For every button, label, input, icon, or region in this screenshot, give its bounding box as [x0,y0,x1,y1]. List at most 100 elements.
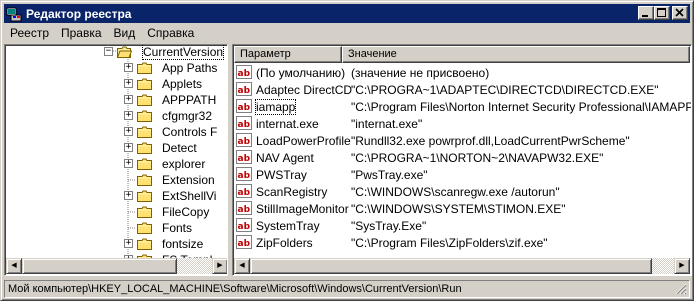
tree-item[interactable]: + Controls F [5,124,227,140]
string-value-icon: ab [236,235,252,249]
tree-item-label: Detect [162,141,197,155]
scroll-thumb[interactable] [22,258,177,274]
minimize-icon [642,15,648,17]
menu-view[interactable]: Вид [108,26,142,40]
tree-item-label: fontsize [162,237,204,251]
expand-icon[interactable]: + [124,143,133,152]
scroll-left-button[interactable]: ◀ [6,258,22,274]
tree-item[interactable]: Extension [5,172,227,188]
collapse-icon[interactable]: − [104,47,113,56]
string-value-icon: ab [236,184,252,198]
expand-icon[interactable]: + [124,191,133,200]
folder-icon [137,222,152,234]
folder-icon [137,174,152,186]
value-data: "C:\PROGRA~1\ADAPTEC\DIRECTCD\DIRECTCD.E… [351,82,659,97]
menu-edit[interactable]: Правка [55,26,108,40]
folder-icon [137,142,152,154]
value-row[interactable]: ab iamapp "C:\Program Files\Norton Interne… [236,98,691,115]
tree-item[interactable]: + APPPATH [5,92,227,108]
value-name: NAV Agent [256,150,314,165]
expand-icon[interactable]: + [124,159,133,168]
column-header-data[interactable]: Значение [342,46,690,63]
svg-text:ab: ab [238,69,251,79]
resize-grip-icon[interactable] [675,283,687,295]
scroll-right-button[interactable]: ▶ [212,258,227,274]
value-row[interactable]: ab SystemTray "SysTray.Exe" [236,217,691,234]
tree-horizontal-scrollbar[interactable]: ◀ ▶ [6,258,227,274]
value-data: "internat.exe" [351,116,423,131]
expand-icon[interactable]: + [124,239,133,248]
value-name: ScanRegistry [256,184,328,199]
expand-icon[interactable]: + [124,79,133,88]
tree-item[interactable]: + fontsize [5,236,227,252]
scroll-left-button[interactable]: ◀ [234,258,250,274]
value-row[interactable]: ab ZipFolders "C:\Program Files\ZipFolders… [236,234,691,251]
value-name: LoadPowerProfile [256,133,351,148]
value-row[interactable]: ab StillImageMonitor "C:\WINDOWS\SYSTEM\ST… [236,200,691,217]
value-name: StillImageMonitor [256,201,349,216]
svg-text:ab: ab [238,86,251,96]
value-row[interactable]: ab internat.exe "internat.exe" [236,115,691,132]
value-name: SystemTray [256,218,320,233]
folder-icon [137,78,152,90]
expand-icon[interactable]: + [124,111,133,120]
value-row[interactable]: ab ScanRegistry "C:\WINDOWS\scanregw.exe /… [236,183,691,200]
expand-icon[interactable]: + [124,95,133,104]
value-name: ZipFolders [256,235,313,250]
value-row[interactable]: ab PWSTray "PwsTray.exe" [236,166,691,183]
tree-item-label: APPPATH [162,93,217,107]
tree-item[interactable]: − CurrentVersion [5,45,227,60]
tree-item[interactable]: + cfgmgr32 [5,108,227,124]
tree-item[interactable]: + ExtShellVi [5,188,227,204]
tree-item[interactable]: FileCopy [5,204,227,220]
string-value-icon: ab [236,150,252,164]
expand-icon[interactable]: + [124,63,133,72]
key-tree-pane[interactable]: − CurrentVersion + App Paths + Applets + APPPAT… [4,44,228,276]
value-row[interactable]: ab NAV Agent "C:\PROGRA~1\NORTON~2\NAVAPW3… [236,149,691,166]
value-name: internat.exe [256,116,319,131]
value-name: PWSTray [256,167,307,182]
values-horizontal-scrollbar[interactable]: ◀ ▶ [234,258,690,274]
tree-item[interactable]: + explorer [5,156,227,172]
tree-item[interactable]: + Applets [5,76,227,92]
registry-editor-window: Редактор реестра Реестр Правка Вид Справ… [0,0,694,301]
values-pane[interactable]: Параметр Значение ab (По умолчанию) (значе… [232,44,692,276]
svg-text:ab: ab [238,137,251,147]
tree-item-label: ExtShellVi [162,189,217,203]
value-data: "Rundll32.exe powrprof.dll,LoadCurrentPw… [351,133,630,148]
tree-item[interactable]: + Detect [5,140,227,156]
value-row[interactable]: ab LoadPowerProfile "Rundll32.exe powrprof… [236,132,691,149]
value-row[interactable]: ab (По умолчанию) (значение не присвоено) [236,64,691,81]
maximize-icon [657,8,666,17]
string-value-icon: ab [236,99,252,113]
value-data: "SysTray.Exe" [351,218,427,233]
svg-text:ab: ab [238,205,251,215]
tree-item-label: Extension [162,173,215,187]
value-data: "PwsTray.exe" [351,167,428,182]
window-title: Редактор реестра [26,6,132,21]
scroll-right-button[interactable]: ▶ [674,258,690,274]
expand-icon[interactable]: + [124,127,133,136]
value-row[interactable]: ab Adaptec DirectCD "C:\PROGRA~1\ADAPTEC\D… [236,81,691,98]
maximize-button[interactable] [654,6,670,20]
folder-icon [137,62,152,74]
value-data: "C:\Program Files\ZipFolders\zif.exe" [351,235,548,250]
column-header-name[interactable]: Параметр [234,46,342,63]
string-value-icon: ab [236,201,252,215]
scroll-thumb[interactable] [250,258,652,274]
close-button[interactable] [672,6,688,20]
minimize-button[interactable] [638,6,654,20]
folder-icon [137,126,152,138]
title-bar[interactable]: Редактор реестра [4,4,690,23]
value-data: (значение не присвоено) [351,65,490,80]
folder-icon [137,238,152,250]
menu-registry[interactable]: Реестр [4,26,55,40]
svg-text:ab: ab [238,239,251,249]
value-name: (По умолчанию) [256,65,346,80]
menu-help[interactable]: Справка [141,26,200,40]
tree-item[interactable]: + App Paths [5,60,227,76]
value-data: "C:\PROGRA~1\NORTON~2\NAVAPW32.EXE" [351,150,604,165]
svg-text:ab: ab [238,222,251,232]
string-value-icon: ab [236,218,252,232]
tree-item[interactable]: Fonts [5,220,227,236]
